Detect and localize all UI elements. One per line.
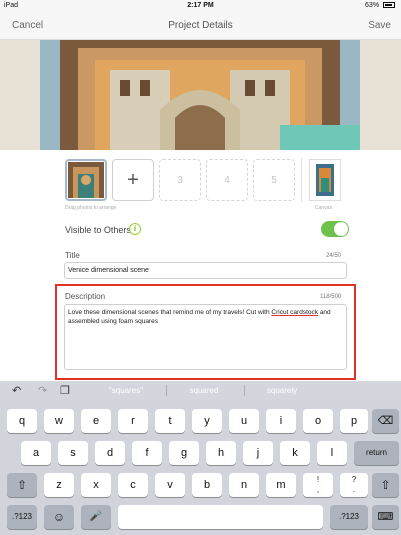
- key-j[interactable]: j: [243, 441, 273, 465]
- photo-slot-3[interactable]: 3: [159, 159, 201, 201]
- key-m[interactable]: m: [266, 473, 296, 497]
- emoji-icon[interactable]: ☺: [44, 505, 74, 529]
- photo-thumbnail-1[interactable]: [65, 159, 107, 201]
- divider: [244, 385, 245, 396]
- key-x[interactable]: x: [81, 473, 111, 497]
- visibility-toggle[interactable]: [321, 221, 349, 237]
- description-char-count: 118/500: [320, 294, 342, 300]
- suggestion-1[interactable]: "squares": [90, 383, 162, 398]
- clock: 2:17 PM: [187, 2, 214, 9]
- photo-slot-5[interactable]: 5: [253, 159, 295, 201]
- canvas-label: Canvas: [315, 205, 332, 211]
- venice-scene-illustration: [0, 40, 401, 150]
- key-v[interactable]: v: [155, 473, 185, 497]
- description-text: Love these dimensional scenes that remin…: [68, 309, 272, 316]
- title-char-count: 24/50: [326, 253, 342, 259]
- description-label: Description: [65, 292, 106, 301]
- key-z[interactable]: z: [44, 473, 74, 497]
- divider: [301, 158, 302, 202]
- key-c[interactable]: c: [118, 473, 148, 497]
- numbers-key-left[interactable]: .?123: [7, 505, 37, 529]
- key-d[interactable]: d: [95, 441, 125, 465]
- key-p[interactable]: p: [340, 409, 368, 433]
- key-exclaim-comma[interactable]: ! ,: [303, 473, 333, 497]
- paste-icon[interactable]: ❐: [60, 384, 70, 397]
- key-w[interactable]: w: [44, 409, 74, 433]
- photo-slot-4[interactable]: 4: [206, 159, 248, 201]
- add-photo-button[interactable]: +: [112, 159, 154, 201]
- battery-icon: [383, 2, 395, 9]
- keyboard-shortcut-bar: ↶ ↷ ❐ "squares" squared squarely: [0, 381, 401, 400]
- microphone-icon[interactable]: 🎤: [81, 505, 111, 529]
- battery-percent: 63%: [365, 2, 380, 9]
- key-r[interactable]: r: [118, 409, 148, 433]
- key-l[interactable]: l: [317, 441, 347, 465]
- key-k[interactable]: k: [280, 441, 310, 465]
- visibility-row: Visible to Others i: [0, 218, 401, 244]
- key-o[interactable]: o: [303, 409, 333, 433]
- key-e[interactable]: e: [81, 409, 111, 433]
- key-h[interactable]: h: [206, 441, 236, 465]
- description-textarea[interactable]: Love these dimensional scenes that remin…: [64, 304, 347, 370]
- backspace-key[interactable]: ⌫: [372, 409, 399, 433]
- key-u[interactable]: u: [229, 409, 259, 433]
- key-g[interactable]: g: [169, 441, 199, 465]
- photo-thumbnail-image: [68, 162, 104, 198]
- visibility-label: Visible to Others: [65, 225, 131, 235]
- key-q[interactable]: q: [7, 409, 37, 433]
- key-b[interactable]: b: [192, 473, 222, 497]
- key-a[interactable]: a: [21, 441, 51, 465]
- toggle-knob: [334, 222, 348, 236]
- shift-key-right[interactable]: ⇧: [372, 473, 399, 497]
- canvas-thumbnail-image: [310, 160, 340, 200]
- numbers-key-right[interactable]: .?123: [330, 505, 368, 529]
- battery-indicator: 63%: [365, 2, 395, 9]
- description-spellcheck-word: Cricut cardstock: [271, 309, 319, 316]
- key-question-period[interactable]: ? .: [340, 473, 368, 497]
- page-title: Project Details: [168, 20, 233, 31]
- status-bar: iPad 2:17 PM 63%: [0, 0, 401, 12]
- info-icon[interactable]: i: [129, 223, 141, 235]
- key-f[interactable]: f: [132, 441, 162, 465]
- divider: [166, 385, 167, 396]
- suggestion-2[interactable]: squared: [168, 383, 240, 398]
- hide-keyboard-icon[interactable]: ⌨: [372, 505, 399, 529]
- key-s[interactable]: s: [58, 441, 88, 465]
- canvas-thumbnail[interactable]: [309, 159, 341, 201]
- photo-strip: + 3 4 5 Drag photos to arrange Canvas: [0, 150, 401, 218]
- suggestion-3[interactable]: squarely: [246, 383, 318, 398]
- return-key[interactable]: return: [354, 441, 399, 465]
- navigation-bar: Cancel Project Details Save: [0, 12, 401, 40]
- project-hero-image: [0, 40, 401, 150]
- key-t[interactable]: t: [155, 409, 185, 433]
- space-key[interactable]: [118, 505, 323, 529]
- save-button[interactable]: Save: [368, 20, 391, 31]
- title-label: Title: [65, 251, 80, 260]
- undo-icon[interactable]: ↶: [12, 384, 21, 397]
- on-screen-keyboard: q w e r t y u i o p ⌫ a s d f g h j k l …: [0, 400, 401, 535]
- shift-key-left[interactable]: ⇧: [7, 473, 37, 497]
- key-n[interactable]: n: [229, 473, 259, 497]
- title-input[interactable]: Venice dimensional scene: [64, 262, 347, 279]
- key-y[interactable]: y: [192, 409, 222, 433]
- redo-icon[interactable]: ↷: [38, 384, 47, 397]
- key-i[interactable]: i: [266, 409, 296, 433]
- drag-hint: Drag photos to arrange: [65, 205, 117, 211]
